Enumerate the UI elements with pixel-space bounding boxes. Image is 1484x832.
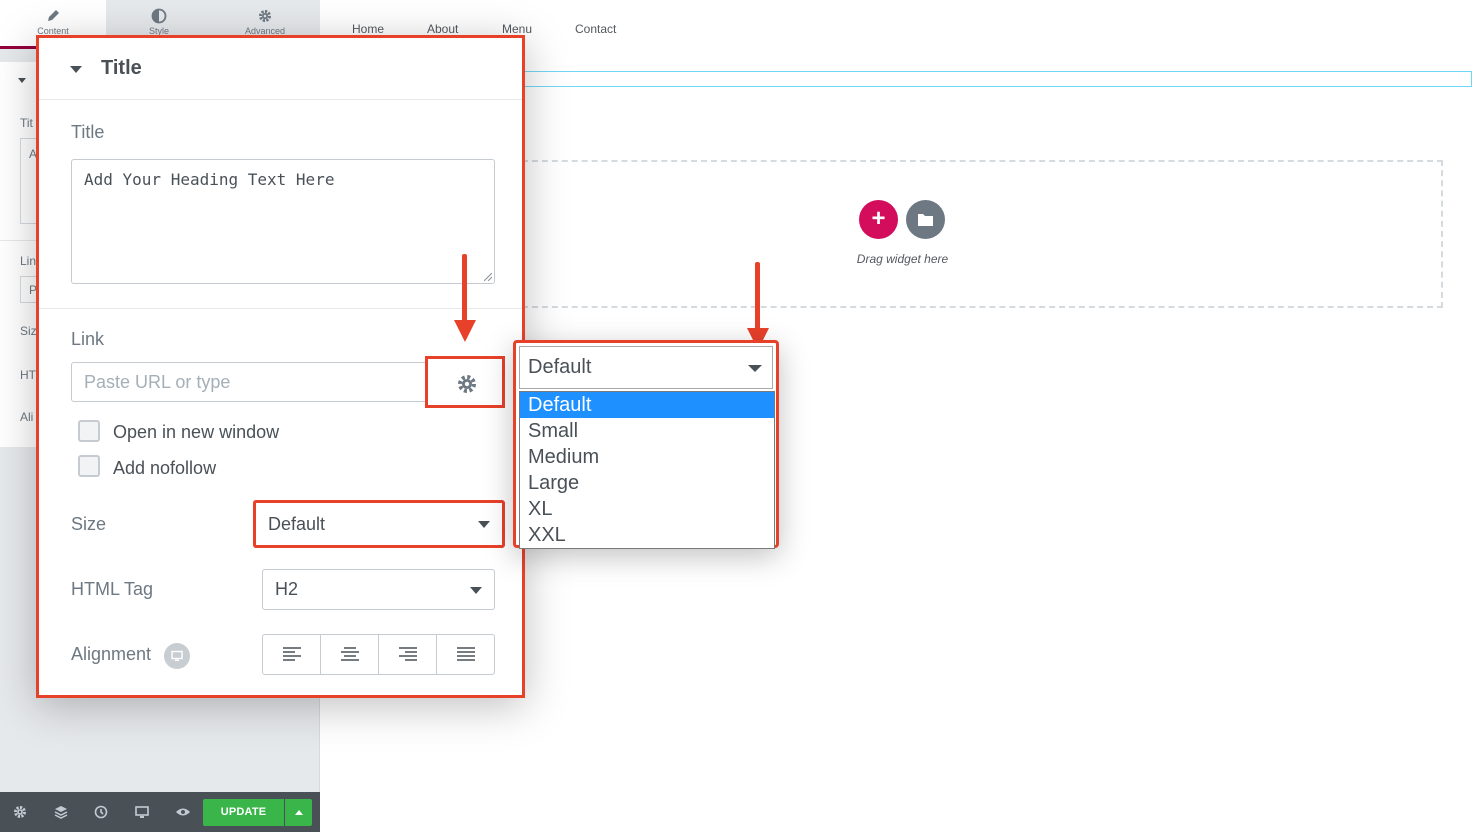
- add-nofollow-checkbox[interactable]: [78, 455, 100, 477]
- align-right-icon: [399, 647, 417, 661]
- layers-icon[interactable]: [53, 804, 69, 820]
- folder-icon: [918, 214, 933, 226]
- add-template-button[interactable]: [906, 200, 945, 239]
- link-url-input[interactable]: Paste URL or type: [71, 362, 427, 402]
- gear-icon: [458, 375, 476, 393]
- link-label: Link: [71, 329, 105, 349]
- zoomed-title-controls-panel: Title Title Add Your Heading Text Here L…: [36, 35, 525, 698]
- align-center-button[interactable]: [321, 635, 379, 674]
- caret-down-icon: [748, 365, 762, 372]
- size-option-large[interactable]: Large: [520, 470, 774, 496]
- size-label: Size: [71, 514, 107, 534]
- responsive-mode-icon[interactable]: [164, 643, 190, 669]
- sidebar-title-label: Tit: [20, 116, 33, 130]
- add-section-button[interactable]: +: [859, 200, 898, 239]
- align-center-icon: [341, 647, 359, 661]
- size-select[interactable]: Default: [253, 500, 505, 548]
- html-tag-select[interactable]: H2: [262, 569, 495, 610]
- half-circle-icon: [151, 8, 167, 24]
- section-caret-icon[interactable]: [18, 78, 26, 83]
- alignment-label: Alignment: [71, 644, 152, 664]
- nav-home[interactable]: Home: [352, 22, 384, 36]
- size-option-xxl[interactable]: XXL: [520, 522, 774, 548]
- open-new-window-checkbox[interactable]: [78, 420, 100, 442]
- empty-section-dropzone[interactable]: [522, 160, 1443, 308]
- section-header-title[interactable]: Title: [39, 38, 522, 100]
- align-justify-button[interactable]: [437, 635, 494, 674]
- resize-grip-icon[interactable]: [484, 273, 492, 281]
- section-title: Title: [101, 57, 142, 79]
- size-option-xl[interactable]: XL: [520, 496, 774, 522]
- size-select-value: Default: [268, 514, 326, 534]
- size-option-medium[interactable]: Medium: [520, 444, 774, 470]
- alignment-button-group: [262, 634, 495, 675]
- header-section-outline: [522, 71, 1472, 87]
- annotation-arrow-head: [454, 320, 476, 342]
- annotation-arrow-link-options: [462, 254, 467, 324]
- caret-down-icon: [478, 521, 490, 528]
- title-label: Title: [71, 122, 105, 142]
- nav-about[interactable]: About: [427, 22, 458, 36]
- link-options-button[interactable]: [425, 356, 505, 408]
- size-dropdown-select[interactable]: Default: [519, 346, 773, 389]
- sidebar-align-label: Ali: [20, 410, 34, 424]
- divider: [39, 308, 522, 309]
- update-button[interactable]: UPDATE: [203, 799, 284, 826]
- settings-icon[interactable]: [12, 804, 28, 820]
- add-nofollow-label: Add nofollow: [113, 458, 217, 478]
- size-option-small[interactable]: Small: [520, 418, 774, 444]
- responsive-icon[interactable]: [134, 804, 150, 820]
- html-tag-select-value: H2: [275, 579, 299, 599]
- history-icon[interactable]: [93, 804, 109, 820]
- size-dropdown-callout: Default Default Small Medium Large XL XX…: [513, 340, 779, 549]
- align-left-button[interactable]: [263, 635, 321, 674]
- caret-down-icon: [70, 66, 82, 73]
- nav-menu[interactable]: Menu: [502, 22, 532, 36]
- align-justify-icon: [457, 647, 475, 661]
- sidebar-size-label: Siz: [20, 324, 37, 338]
- size-option-default[interactable]: Default: [520, 392, 774, 418]
- annotation-arrow-size-dropdown: [755, 262, 760, 330]
- caret-up-icon: [295, 810, 303, 815]
- open-new-window-label: Open in new window: [113, 422, 280, 442]
- title-textarea[interactable]: Add Your Heading Text Here: [71, 159, 495, 284]
- preview-eye-icon[interactable]: [175, 804, 191, 820]
- pencil-icon: [48, 10, 59, 21]
- desktop-icon: [171, 650, 183, 661]
- gear-icon: [259, 10, 271, 22]
- drag-widget-hint: Drag widget here: [856, 252, 949, 266]
- sidebar-html-label: HT: [20, 368, 36, 382]
- align-right-button[interactable]: [379, 635, 437, 674]
- update-options-button[interactable]: [285, 799, 312, 826]
- html-tag-label: HTML Tag: [71, 579, 154, 599]
- sidebar-link-label: Lin: [20, 254, 37, 268]
- size-dropdown-value: Default: [528, 356, 592, 378]
- align-left-icon: [283, 647, 301, 661]
- caret-down-icon: [470, 587, 482, 594]
- size-dropdown-options: Default Small Medium Large XL XXL: [519, 391, 775, 549]
- nav-contact[interactable]: Contact: [575, 22, 616, 36]
